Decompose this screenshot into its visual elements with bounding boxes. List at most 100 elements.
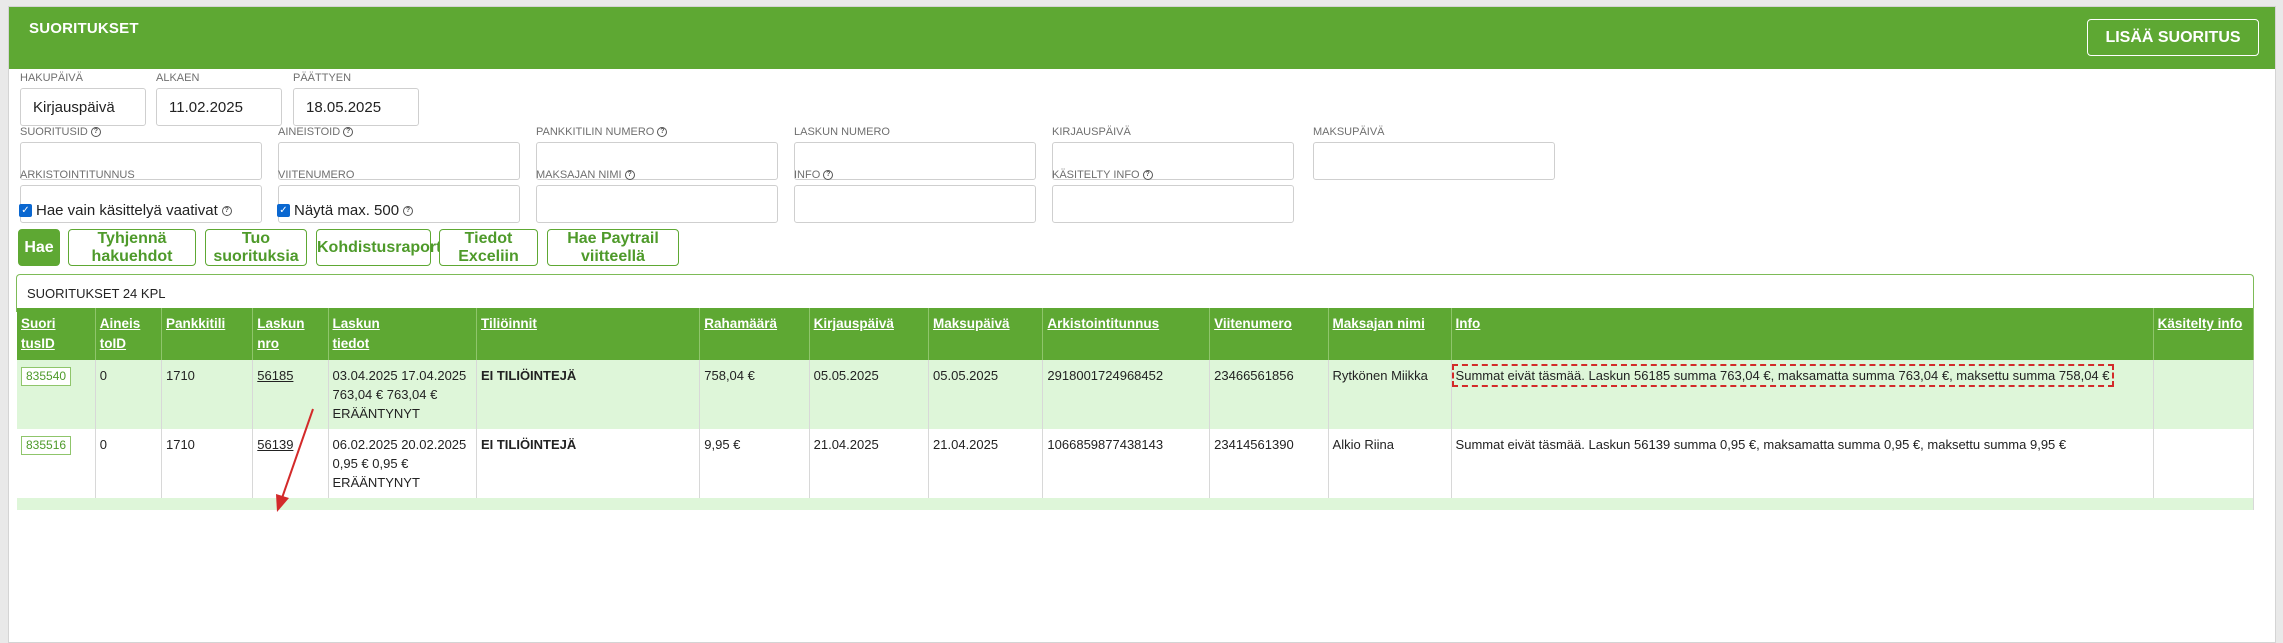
cell: ERÄÄNTYNYT [332,475,420,490]
payer-name-input[interactable] [536,185,778,223]
cell: 1710 [161,360,254,429]
col-header[interactable]: Pankkitili [161,308,254,360]
cell: 05.05.2025 [928,360,1044,429]
field-label: INFO [794,169,821,181]
payments-table: Suori tusID Aineis toID Pankkitili Laskun n… [17,308,2255,510]
checkbox-label: Hae vain käsittelyä vaativat [36,202,218,219]
clear-filters-button[interactable]: Tyhjennä hakuehdot [68,229,196,266]
cell: 0 [95,429,162,498]
help-icon[interactable]: ? [403,205,414,216]
help-icon[interactable]: ? [1142,170,1153,180]
col-header[interactable]: Arkistointitunnus [1042,308,1211,360]
table-header-row: Suori tusID Aineis toID Pankkitili Laskun n… [17,308,2255,360]
field-label: MAKSAJAN NIMI [536,169,622,181]
cell: 05.05.2025 [809,360,930,429]
field-label: LASKUN NUMERO [794,126,890,138]
checkbox-label: Näytä max. 500 [294,202,400,219]
table-row[interactable]: 835516 0 1710 56139 06.02.2025 20.02.202… [17,429,2255,498]
only-needs-processing-checkbox[interactable]: ✓ Hae vain käsittelyä vaativat ? [19,202,232,219]
cell: 0 [95,360,162,429]
checkbox-checked-icon[interactable]: ✓ [19,204,32,217]
payment-id-link[interactable]: 835516 [21,436,72,455]
start-date-input[interactable]: 11.02.2025 [156,88,282,126]
cell: Rytkönen Miikka [1328,360,1452,429]
help-icon[interactable]: ? [823,170,834,180]
invoice-number-link[interactable]: 56139 [257,437,293,452]
end-date-field: PÄÄTTYEN 18.05.2025 [293,71,419,126]
info-input[interactable] [794,185,1036,223]
payment-date-input[interactable] [1313,142,1555,180]
help-icon[interactable]: ? [657,127,668,137]
add-payment-button[interactable]: LISÄÄ SUORITUS [2087,19,2259,56]
page-title: SUORITUKSET [29,20,139,37]
help-icon[interactable]: ? [624,170,635,180]
checkbox-checked-icon[interactable]: ✓ [277,204,290,217]
field-label: ALKAEN [156,72,200,84]
results-count-box: SUORITUKSET 24 KPL [16,274,2254,312]
invoice-number-link[interactable]: 56185 [257,368,293,383]
processed-info-input[interactable] [1052,185,1294,223]
help-icon[interactable]: ? [343,127,354,137]
search-date-field: HAKUPÄIVÄ Kirjauspäivä [20,71,146,126]
col-header[interactable]: Laskun tiedot [328,308,477,360]
info-highlighted: Summat eivät täsmää. Laskun 56185 summa … [1451,364,2114,387]
col-header[interactable]: Aineis toID [95,308,162,360]
search-button[interactable]: Hae [18,229,60,266]
end-date-input[interactable]: 18.05.2025 [293,88,419,126]
cell: Alkio Riina [1328,429,1452,498]
cell: 03.04.2025 17.04.2025 [332,368,467,383]
export-excel-button[interactable]: Tiedot Exceliin [439,229,538,266]
field-label: MAKSUPÄIVÄ [1313,126,1385,138]
cell: 0,95 € 0,95 € [332,456,409,471]
field-label: HAKUPÄIVÄ [20,72,83,84]
col-header[interactable]: Tiliöinnit [476,308,701,360]
col-header[interactable]: Maksajan nimi [1328,308,1452,360]
col-header[interactable]: Maksupäivä [928,308,1044,360]
import-payments-button[interactable]: Tuo suorituksia [205,229,307,266]
cell: 23414561390 [1209,429,1329,498]
cell [2153,429,2255,498]
cell: 9,95 € [699,429,810,498]
field-label: PANKKITILIN NUMERO [536,126,655,138]
col-header[interactable]: Kirjauspäivä [809,308,930,360]
cell: 2918001724968452 [1042,360,1211,429]
field-label: VIITENUMERO [278,169,355,181]
field-label: KIRJAUSPÄIVÄ [1052,126,1131,138]
cell: 1710 [161,429,254,498]
help-icon[interactable]: ? [221,205,232,216]
cell: 763,04 € 763,04 € [332,387,438,402]
col-header[interactable]: Info [1451,308,2154,360]
page-header: SUORITUKSET LISÄÄ SUORITUS [9,7,2275,69]
cell: EI TILIÖINTEJÄ [476,360,701,429]
allocation-report-button[interactable]: Kohdistusraportti [316,229,451,266]
col-header[interactable]: Rahamäärä [699,308,810,360]
filter-processed-info: KÄSITELTY INFO? [1052,168,1294,223]
cell: Summat eivät täsmää. Laskun 56139 summa … [1451,429,2154,498]
field-label: SUORITUSID [20,126,88,138]
cell: 06.02.2025 20.02.2025 [332,437,467,452]
cell: 21.04.2025 [928,429,1044,498]
help-icon[interactable]: ? [90,127,101,137]
results-count: SUORITUKSET 24 KPL [27,286,166,301]
filter-payer-name: MAKSAJAN NIMI? [536,168,778,223]
col-header[interactable]: Viitenumero [1209,308,1329,360]
payment-id-link[interactable]: 835540 [21,367,72,386]
col-header[interactable]: Käsitelty info [2153,308,2255,360]
filter-info: INFO? [794,168,1036,223]
col-header[interactable]: Laskun nro [252,308,329,360]
show-max-500-checkbox[interactable]: ✓ Näytä max. 500 ? [277,202,414,219]
field-label: PÄÄTTYEN [293,72,352,84]
cell: 23466561856 [1209,360,1329,429]
cell: 1066859877438143 [1042,429,1211,498]
paytrail-search-button[interactable]: Hae Paytrail viitteellä [547,229,679,266]
field-label: KÄSITELTY INFO [1052,169,1140,181]
cell: 21.04.2025 [809,429,930,498]
cell: ERÄÄNTYNYT [332,406,420,421]
search-date-select[interactable]: Kirjauspäivä [20,88,146,126]
field-label: ARKISTOINTITUNNUS [20,169,135,181]
table-row[interactable]: 835540 0 1710 56185 03.04.2025 17.04.202… [17,360,2255,429]
col-header[interactable]: Suori tusID [17,308,96,360]
filter-payment-date: MAKSUPÄIVÄ [1313,125,1555,180]
cell: EI TILIÖINTEJÄ [476,429,701,498]
table-row[interactable] [17,498,2254,510]
